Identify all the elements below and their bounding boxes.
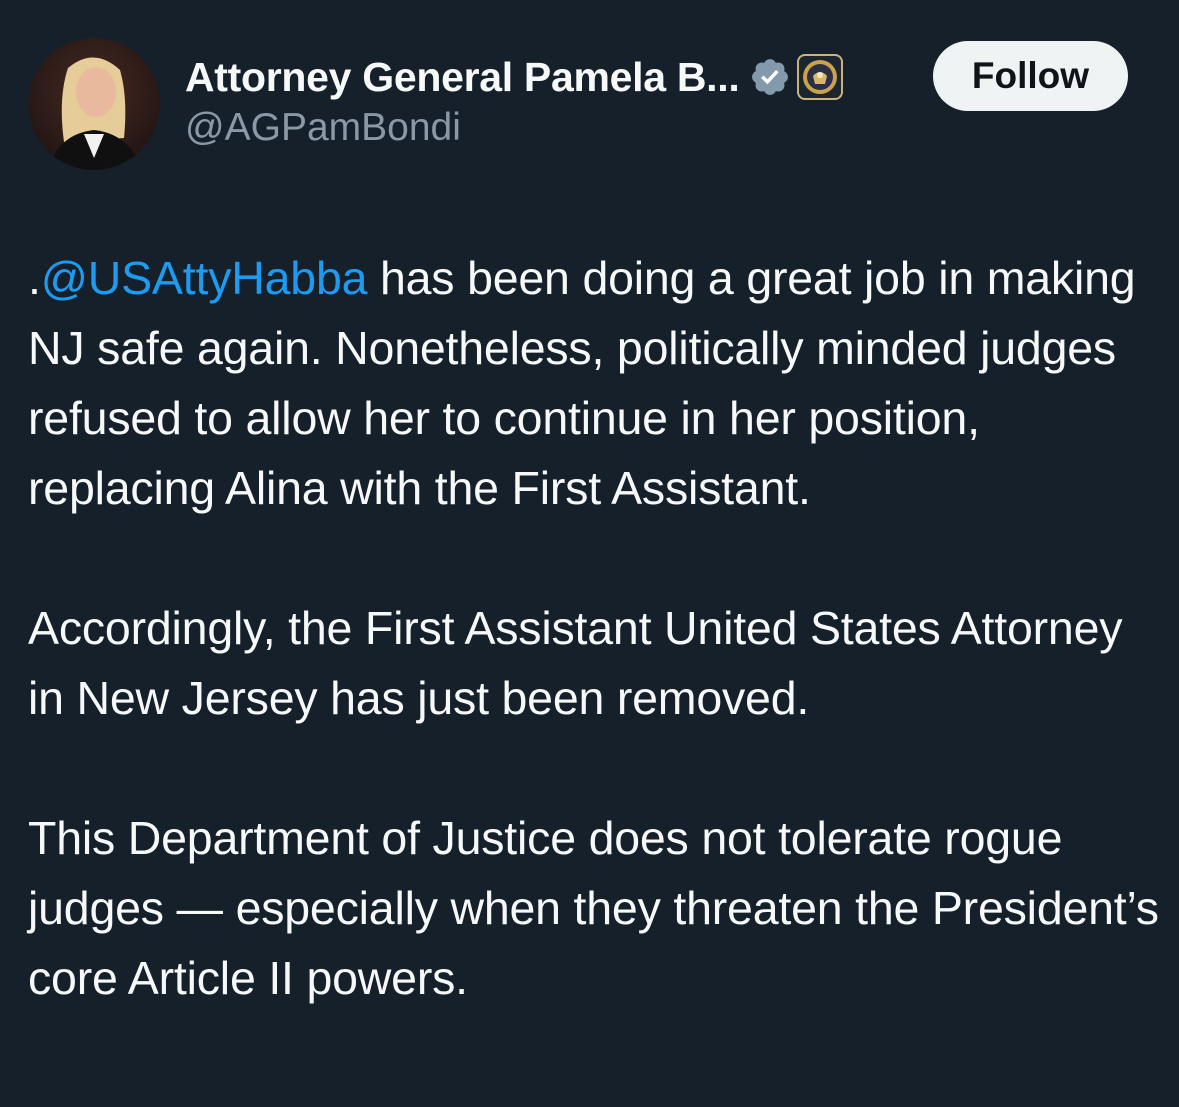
- mention-link[interactable]: @USAttyHabba: [41, 252, 368, 304]
- tweet-paragraph-1: .@USAttyHabba has been doing a great job…: [28, 243, 1163, 523]
- tweet-text: .@USAttyHabba has been doing a great job…: [28, 243, 1163, 1013]
- handle[interactable]: @AGPamBondi: [185, 106, 843, 150]
- name-row: Attorney General Pamela B...: [185, 50, 844, 104]
- avatar-image: [28, 38, 160, 170]
- verified-badge-icon[interactable]: [749, 56, 791, 98]
- author-info: Attorney General Pamela B... @AGPamBondi: [185, 50, 844, 150]
- follow-button[interactable]: Follow: [933, 41, 1128, 111]
- display-name[interactable]: Attorney General Pamela B...: [185, 54, 740, 101]
- tweet-paragraph-3: This Department of Justice does not tole…: [28, 812, 1159, 1004]
- tweet-paragraph-2: Accordingly, the First Assistant United …: [28, 602, 1123, 724]
- tweet: Attorney General Pamela B... @AGPamBondi…: [0, 0, 1179, 1107]
- doj-seal-icon[interactable]: [797, 54, 844, 100]
- tweet-prefix: .: [28, 252, 41, 304]
- avatar[interactable]: [28, 38, 160, 170]
